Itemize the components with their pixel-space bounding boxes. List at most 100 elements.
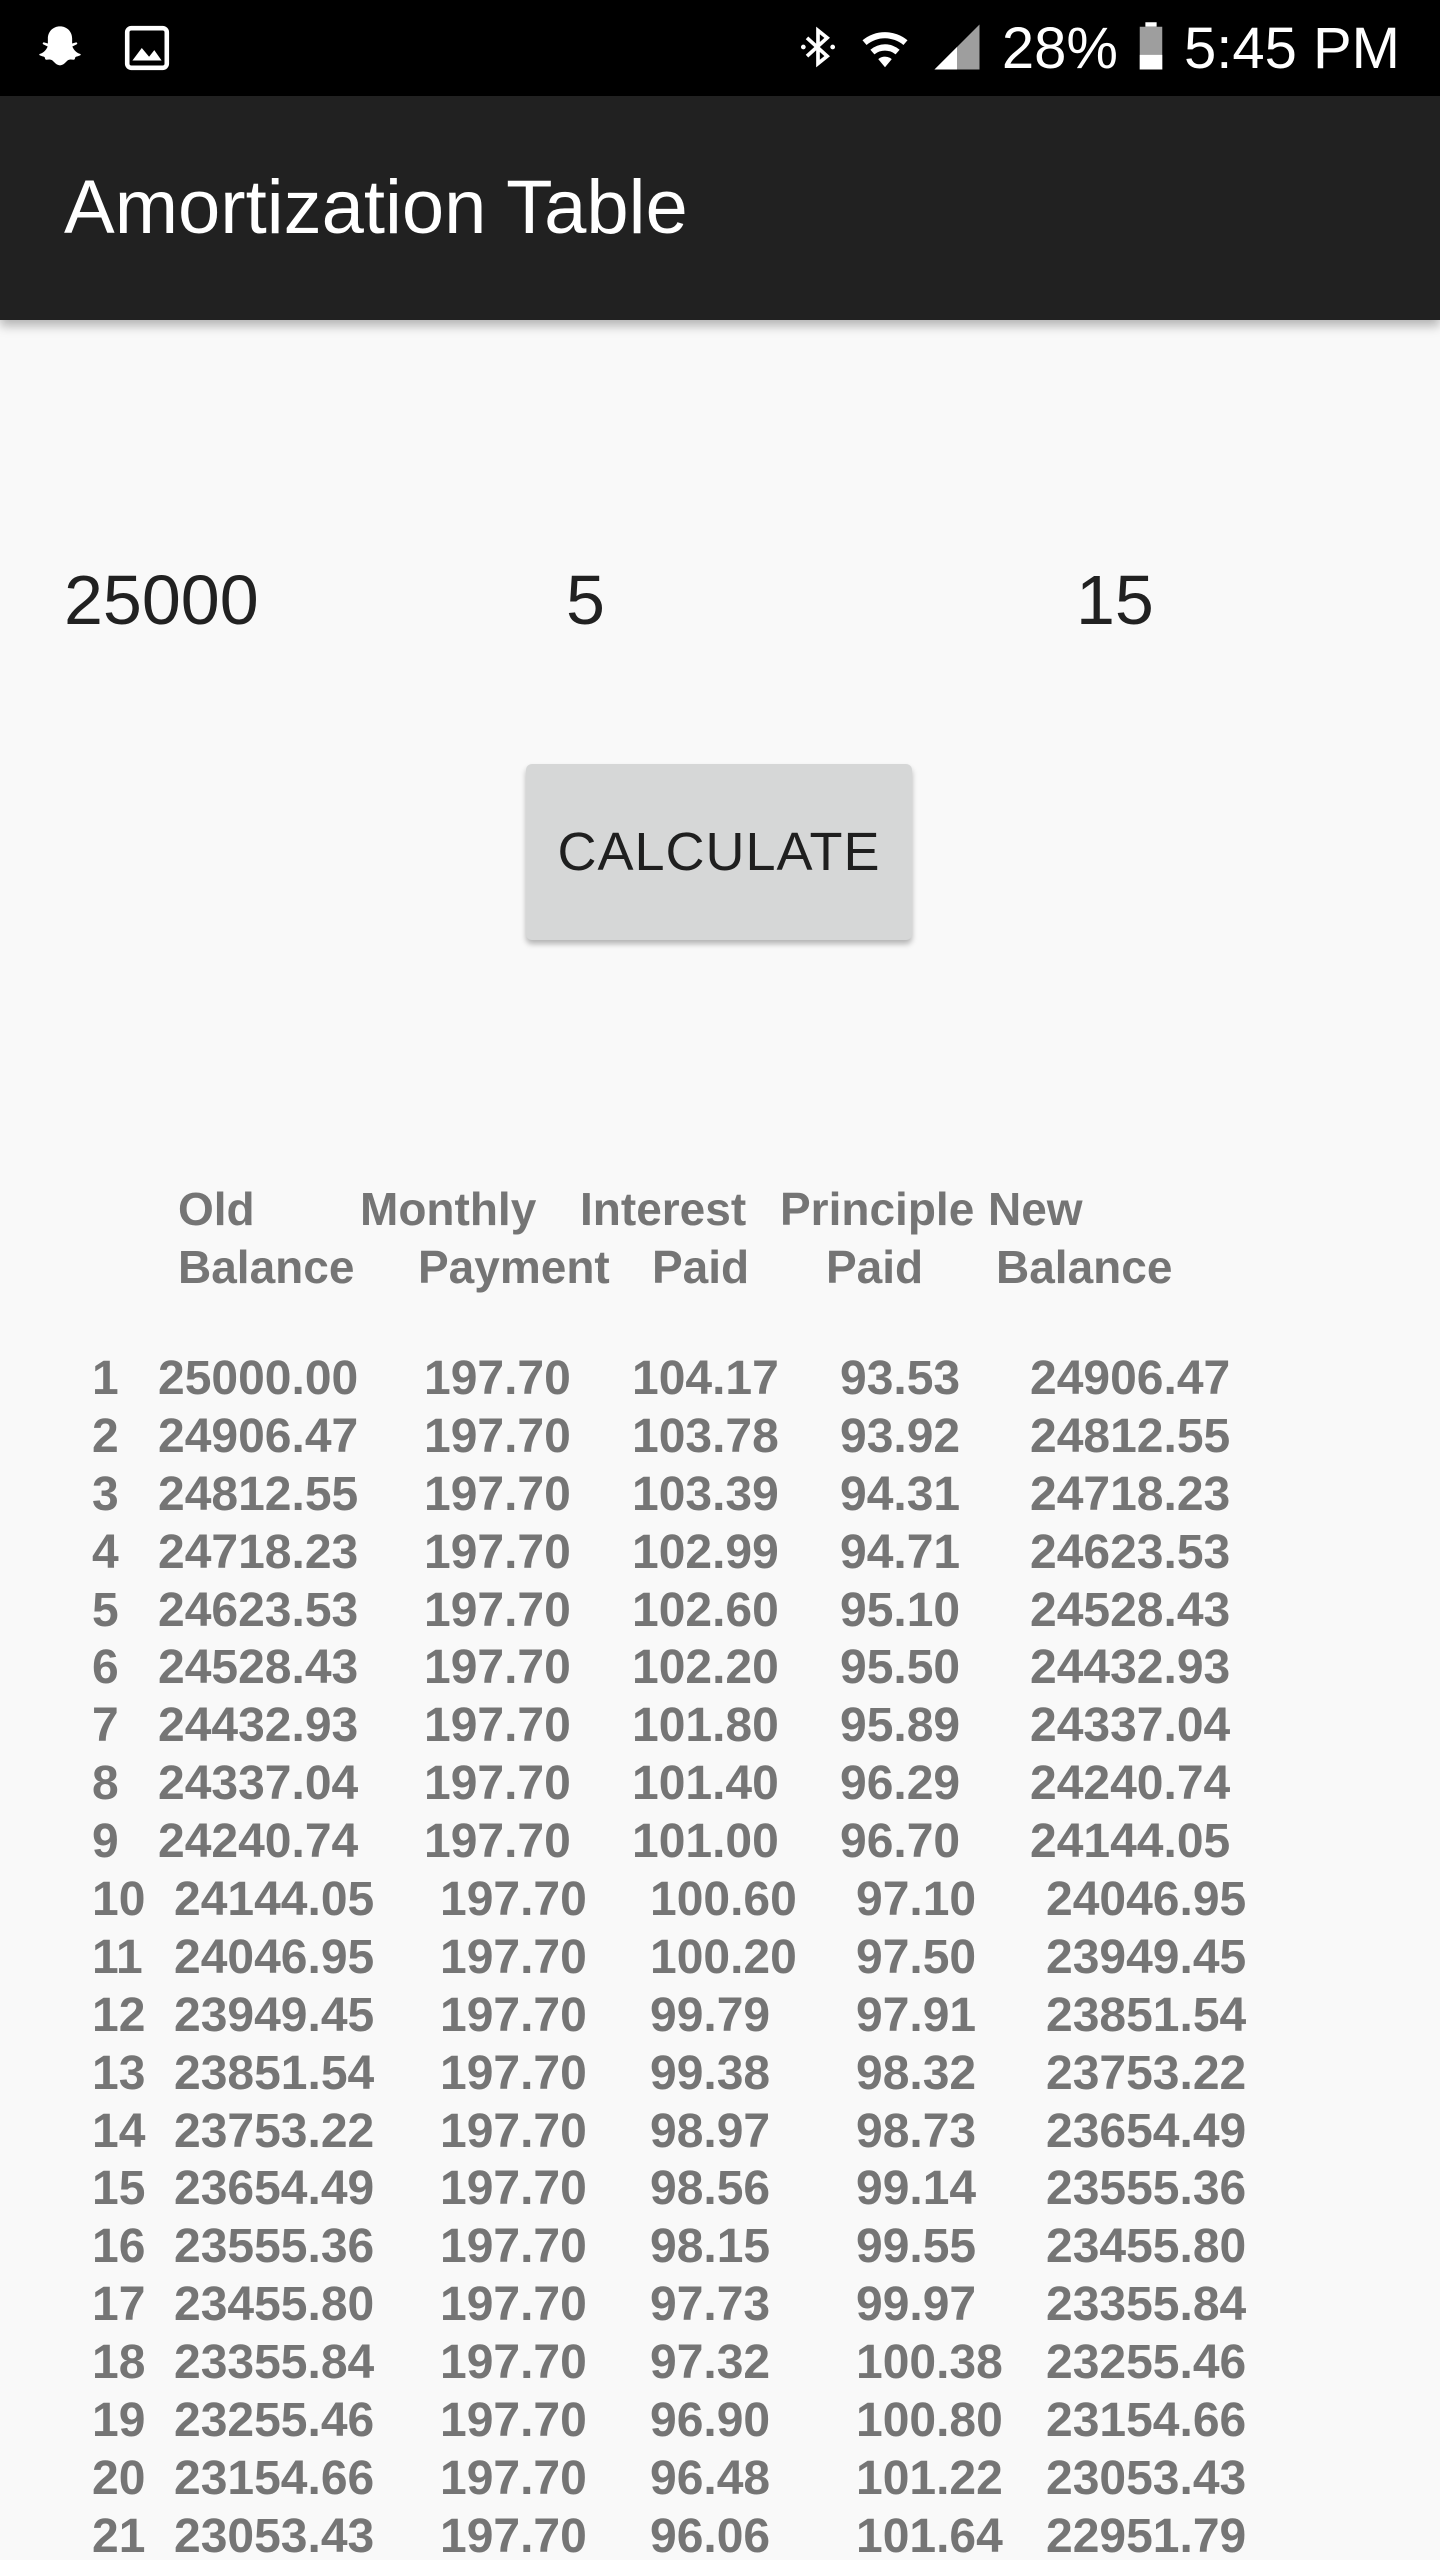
principle-paid-cell: 98.32 <box>856 2046 977 2100</box>
table-row: 9 24240.74 197.70 101.00 96.70 24144.05 <box>0 1813 1440 1871</box>
monthly-payment-cell: 197.70 <box>440 2451 587 2505</box>
old-balance-cell: 24718.23 <box>158 1525 359 1579</box>
old-balance-cell: 23654.49 <box>174 2162 375 2216</box>
monthly-payment-cell: 197.70 <box>424 1352 571 1405</box>
page-title: Amortization Table <box>64 165 688 250</box>
table-row: 21 23053.43 197.70 96.06 101.64 22951.79 <box>0 2508 1440 2560</box>
new-balance-cell: 23654.49 <box>1046 2104 1247 2158</box>
principal-input[interactable]: 25000 <box>64 558 259 642</box>
calculate-button[interactable]: CALCULATE <box>526 764 912 940</box>
table-row: 5 24623.53 197.70 102.60 95.10 24528.43 <box>0 1582 1440 1640</box>
row-number: 2 <box>92 1409 119 1463</box>
table-row: 20 23154.66 197.70 96.48 101.22 23053.43 <box>0 2450 1440 2508</box>
header-line: Payment <box>418 1241 610 1293</box>
principle-paid-cell: 97.50 <box>856 1930 977 1984</box>
new-balance-cell: 23455.80 <box>1046 2220 1247 2274</box>
battery-percent: 28% <box>1001 16 1118 81</box>
old-balance-cell: 23851.54 <box>174 2046 375 2100</box>
new-balance-cell: 24812.55 <box>1030 1409 1231 1463</box>
new-balance-cell: 24337.04 <box>1030 1699 1231 1753</box>
table-row: 8 24337.04 197.70 101.40 96.29 24240.74 <box>0 1755 1440 1813</box>
old-balance-cell: 23949.45 <box>174 1988 375 2042</box>
header-line: Paid <box>826 1241 924 1293</box>
header-interest-paid: Interest Paid <box>580 1180 749 1296</box>
monthly-payment-cell: 197.70 <box>424 1583 571 1637</box>
interest-paid-cell: 96.90 <box>650 2394 771 2448</box>
monthly-payment-cell: 197.70 <box>440 2046 587 2100</box>
row-number: 17 <box>92 2278 146 2332</box>
monthly-payment-cell: 197.70 <box>424 1815 571 1869</box>
new-balance-cell: 23053.43 <box>1046 2451 1247 2505</box>
principle-paid-cell: 101.64 <box>856 2509 1003 2560</box>
row-number: 3 <box>92 1467 119 1521</box>
interest-paid-cell: 101.00 <box>632 1815 779 1869</box>
bluetooth-icon <box>796 20 840 79</box>
header-line: New <box>988 1183 1083 1235</box>
principle-paid-cell: 95.50 <box>840 1641 961 1695</box>
row-number: 21 <box>92 2509 146 2560</box>
row-number: 7 <box>92 1699 119 1753</box>
principle-paid-cell: 93.53 <box>840 1352 961 1405</box>
old-balance-cell: 24906.47 <box>158 1409 359 1463</box>
header-old-balance: Old Balance <box>178 1180 354 1296</box>
old-balance-cell: 24623.53 <box>158 1583 359 1637</box>
monthly-payment-cell: 197.70 <box>440 2278 587 2332</box>
row-number: 16 <box>92 2220 146 2274</box>
row-number: 8 <box>92 1757 119 1811</box>
table-row: 16 23555.36 197.70 98.15 99.55 23455.80 <box>0 2218 1440 2276</box>
table-row: 1 25000.00 197.70 104.17 93.53 24906.47 <box>0 1350 1440 1408</box>
interest-paid-cell: 99.79 <box>650 1988 771 2042</box>
row-number: 6 <box>92 1641 119 1695</box>
row-number: 18 <box>92 2336 146 2390</box>
signal-icon <box>930 20 984 79</box>
new-balance-cell: 24906.47 <box>1030 1352 1231 1405</box>
principle-paid-cell: 96.70 <box>840 1815 961 1869</box>
row-number: 12 <box>92 1988 146 2042</box>
monthly-payment-cell: 197.70 <box>424 1409 571 1463</box>
row-number: 13 <box>92 2046 146 2100</box>
new-balance-cell: 23355.84 <box>1046 2278 1247 2332</box>
interest-paid-cell: 102.20 <box>632 1641 779 1695</box>
app-bar: Amortization Table <box>0 96 1440 320</box>
monthly-payment-cell: 197.70 <box>440 2394 587 2448</box>
interest-paid-cell: 104.17 <box>632 1352 779 1405</box>
row-number: 9 <box>92 1815 119 1869</box>
row-number: 1 <box>92 1352 119 1405</box>
principle-paid-cell: 99.14 <box>856 2162 977 2216</box>
header-principle-paid: Principle Paid <box>780 1180 974 1296</box>
header-line: Paid <box>652 1241 750 1293</box>
row-number: 4 <box>92 1525 119 1579</box>
header-line: Monthly <box>360 1183 537 1235</box>
old-balance-cell: 24337.04 <box>158 1757 359 1811</box>
row-number: 20 <box>92 2451 146 2505</box>
years-input[interactable]: 15 <box>1076 558 1154 642</box>
table-row: 15 23654.49 197.70 98.56 99.14 23555.36 <box>0 2160 1440 2218</box>
new-balance-cell: 24718.23 <box>1030 1467 1231 1521</box>
snapchat-icon <box>34 22 86 79</box>
monthly-payment-cell: 197.70 <box>440 1988 587 2042</box>
new-balance-cell: 22951.79 <box>1046 2509 1247 2560</box>
interest-paid-cell: 101.80 <box>632 1699 779 1753</box>
interest-paid-cell: 100.20 <box>650 1930 797 1984</box>
table-row: 2 24906.47 197.70 103.78 93.92 24812.55 <box>0 1408 1440 1466</box>
old-balance-cell: 24432.93 <box>158 1699 359 1753</box>
row-number: 11 <box>92 1930 143 1984</box>
monthly-payment-cell: 197.70 <box>440 2336 587 2390</box>
table-row: 12 23949.45 197.70 99.79 97.91 23851.54 <box>0 1987 1440 2045</box>
rate-input[interactable]: 5 <box>566 558 605 642</box>
interest-paid-cell: 103.39 <box>632 1467 779 1521</box>
monthly-payment-cell: 197.70 <box>424 1699 571 1753</box>
new-balance-cell: 24240.74 <box>1030 1757 1231 1811</box>
row-number: 15 <box>92 2162 146 2216</box>
header-line: Interest <box>580 1183 747 1235</box>
new-balance-cell: 23555.36 <box>1046 2162 1247 2216</box>
new-balance-cell: 23255.46 <box>1046 2336 1247 2390</box>
table-row: 18 23355.84 197.70 97.32 100.38 23255.46 <box>0 2334 1440 2392</box>
old-balance-cell: 23053.43 <box>174 2509 375 2560</box>
interest-paid-cell: 101.40 <box>632 1757 779 1811</box>
row-number: 14 <box>92 2104 146 2158</box>
interest-paid-cell: 98.97 <box>650 2104 771 2158</box>
principle-paid-cell: 100.80 <box>856 2394 1003 2448</box>
principle-paid-cell: 100.38 <box>856 2336 1003 2390</box>
interest-paid-cell: 96.48 <box>650 2451 771 2505</box>
